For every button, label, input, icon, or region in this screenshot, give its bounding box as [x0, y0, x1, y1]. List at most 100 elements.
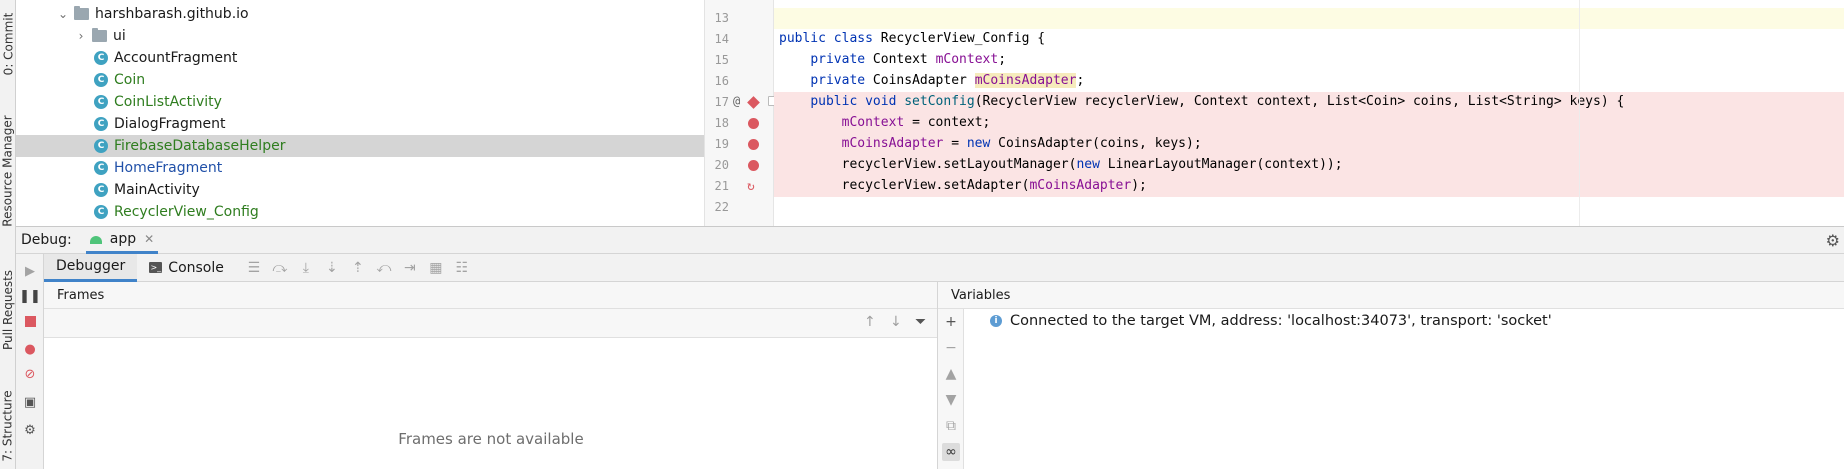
info-icon: i [990, 315, 1002, 327]
tree-item[interactable]: › ui [16, 25, 704, 47]
trace-icon[interactable]: ☷ [454, 260, 470, 276]
variables-header: Variables [938, 282, 1844, 309]
left-tool-strip: 0: Commit Resource Manager Pull Requests… [0, 0, 16, 469]
resume-icon[interactable]: ▶ [21, 262, 39, 280]
structure-tab-label: 7: Structure [1, 389, 16, 462]
remove-watch-icon[interactable]: − [942, 339, 960, 357]
variables-panel: Variables + − ▲ ▼ ⧉ ∞ i Connected to the… [938, 282, 1844, 469]
gear-icon[interactable]: ⚙ [1826, 231, 1840, 250]
tree-item[interactable]: C CoinListActivity [16, 91, 704, 113]
gutter-line-14: 14 [705, 29, 775, 50]
conditional-breakpoint-icon[interactable]: ↻ [747, 179, 755, 194]
pull-requests-tab-label: Pull Requests [1, 269, 16, 351]
commit-tab-label: 0: Commit [1, 12, 16, 76]
debugger-tab-bar: Debugger >_ Console ☰ ⤼ ⤓ ⇣ ⇡ ⤺ ⇥ ▦ ☷ [44, 253, 1844, 282]
pull-requests-tool-tab[interactable]: Pull Requests [0, 262, 16, 358]
chevron-right-icon[interactable]: › [74, 29, 88, 43]
variables-toolbar: + − ▲ ▼ ⧉ ∞ [938, 309, 964, 469]
filter-icon[interactable]: ⏷ [915, 314, 926, 330]
breakpoint-icon[interactable] [748, 139, 759, 150]
code-text: ; [1076, 73, 1085, 88]
gutter-line-19: 19 [705, 134, 775, 155]
class-icon: C [94, 117, 108, 131]
tree-item[interactable]: C HomeFragment [16, 157, 704, 179]
tree-item[interactable]: C Coin [16, 69, 704, 91]
code-line-16: private CoinsAdapter mCoinsAdapter; [774, 71, 1844, 92]
tab-label: Console [168, 259, 224, 276]
add-watch-icon[interactable]: + [942, 313, 960, 331]
pause-icon[interactable]: ❚❚ [19, 287, 41, 305]
implements-marker-icon[interactable]: @ [733, 94, 740, 108]
tree-item-label: Coin [114, 72, 146, 88]
code-line-13 [774, 8, 1844, 29]
code-line-14: public class RecyclerView_Config { [774, 29, 1844, 50]
show-execution-point-icon[interactable]: ⤼ [272, 260, 288, 276]
tree-item[interactable]: C FirebaseDatabaseHelper [16, 135, 704, 157]
tab-label: Debugger [56, 258, 126, 274]
editor-right-margin [1579, 0, 1580, 226]
folder-icon [92, 28, 107, 42]
tree-item-label: MainActivity [114, 182, 200, 198]
drop-frame-icon[interactable]: ⤺ [376, 260, 392, 276]
arrow-down-icon[interactable]: ↓ [890, 314, 902, 330]
line-number: 19 [714, 137, 729, 151]
project-tree: ⌄ harshbarash.github.io › ui C AccountFragm… [16, 0, 704, 226]
connection-message: i Connected to the target VM, address: '… [990, 313, 1552, 329]
step-out-icon[interactable]: ⇡ [350, 260, 366, 276]
settings-icon[interactable]: ⚙ [21, 421, 39, 439]
glasses-icon[interactable]: ∞ [942, 443, 960, 461]
code-keyword: private [810, 73, 866, 88]
view-breakpoints-icon[interactable]: ● [21, 340, 39, 358]
code-line-21: recyclerView.setAdapter(mCoinsAdapter); [774, 176, 1844, 197]
tree-item[interactable]: C DialogFragment [16, 113, 704, 135]
frames-empty-text: Frames are not available [398, 430, 584, 448]
close-icon[interactable]: ✕ [144, 232, 154, 246]
tree-item-label: ui [113, 28, 126, 44]
code-keyword: new [966, 136, 991, 151]
code-text: ; [998, 52, 1007, 67]
move-down-icon[interactable]: ▼ [942, 391, 960, 409]
evaluate-expression-icon[interactable]: ▦ [428, 260, 444, 276]
mute-breakpoints-icon[interactable]: ⊘ [21, 365, 39, 383]
tab-debugger[interactable]: Debugger [44, 253, 138, 282]
move-up-icon[interactable]: ▲ [942, 365, 960, 383]
tree-item[interactable]: C AccountFragment [16, 47, 704, 69]
stop-icon[interactable] [21, 312, 39, 330]
android-icon [89, 235, 102, 244]
gutter-line-17: 17 @ [705, 92, 775, 113]
tree-item-label: DialogFragment [114, 116, 226, 132]
tree-item[interactable]: C RecyclerView_Config [16, 201, 704, 223]
menu-lines-icon[interactable]: ☰ [246, 260, 262, 276]
commit-tool-tab[interactable]: 0: Commit [0, 0, 16, 88]
copy-icon[interactable]: ⧉ [942, 417, 960, 435]
code-editor[interactable]: public class RecyclerView_Config { priva… [774, 0, 1844, 226]
run-to-cursor-icon[interactable]: ⇥ [402, 260, 418, 276]
code-method-name: setConfig [904, 94, 975, 109]
tree-item[interactable]: C MainActivity [16, 179, 704, 201]
step-into-icon[interactable]: ⇣ [324, 260, 340, 276]
tree-item-label: AccountFragment [114, 50, 238, 66]
tab-console[interactable]: >_ Console [137, 254, 236, 282]
line-number: 22 [714, 200, 729, 214]
resource-manager-tab-label: Resource Manager [1, 115, 16, 227]
debug-session-tab-app[interactable]: app ✕ [85, 226, 159, 254]
tree-root-row[interactable]: ⌄ harshbarash.github.io [16, 3, 704, 25]
breakpoint-icon[interactable] [748, 160, 759, 171]
breakpoint-icon[interactable] [748, 118, 759, 129]
resource-manager-tool-tab[interactable]: Resource Manager [0, 108, 16, 234]
code-field: mContext [841, 115, 905, 130]
class-icon: C [94, 183, 108, 197]
structure-tool-tab[interactable]: 7: Structure [0, 382, 16, 469]
gutter-line-21: 21 ↻ [705, 176, 775, 197]
arrow-up-icon[interactable]: ↑ [864, 314, 876, 330]
code-text: Context [865, 52, 936, 67]
gutter-line-20: 20 [705, 155, 775, 176]
code-text: recyclerView.setAdapter( [841, 178, 1030, 193]
debugger-action-bar: ▶ ❚❚ ● ⊘ ▣ ⚙ [16, 254, 44, 469]
chevron-down-icon[interactable]: ⌄ [56, 7, 70, 21]
camera-icon[interactable]: ▣ [21, 393, 39, 411]
step-over-icon[interactable]: ⤓ [298, 260, 314, 276]
method-breakpoint-icon[interactable] [747, 96, 760, 109]
code-line-19: mCoinsAdapter = new CoinsAdapter(coins, … [774, 134, 1844, 155]
